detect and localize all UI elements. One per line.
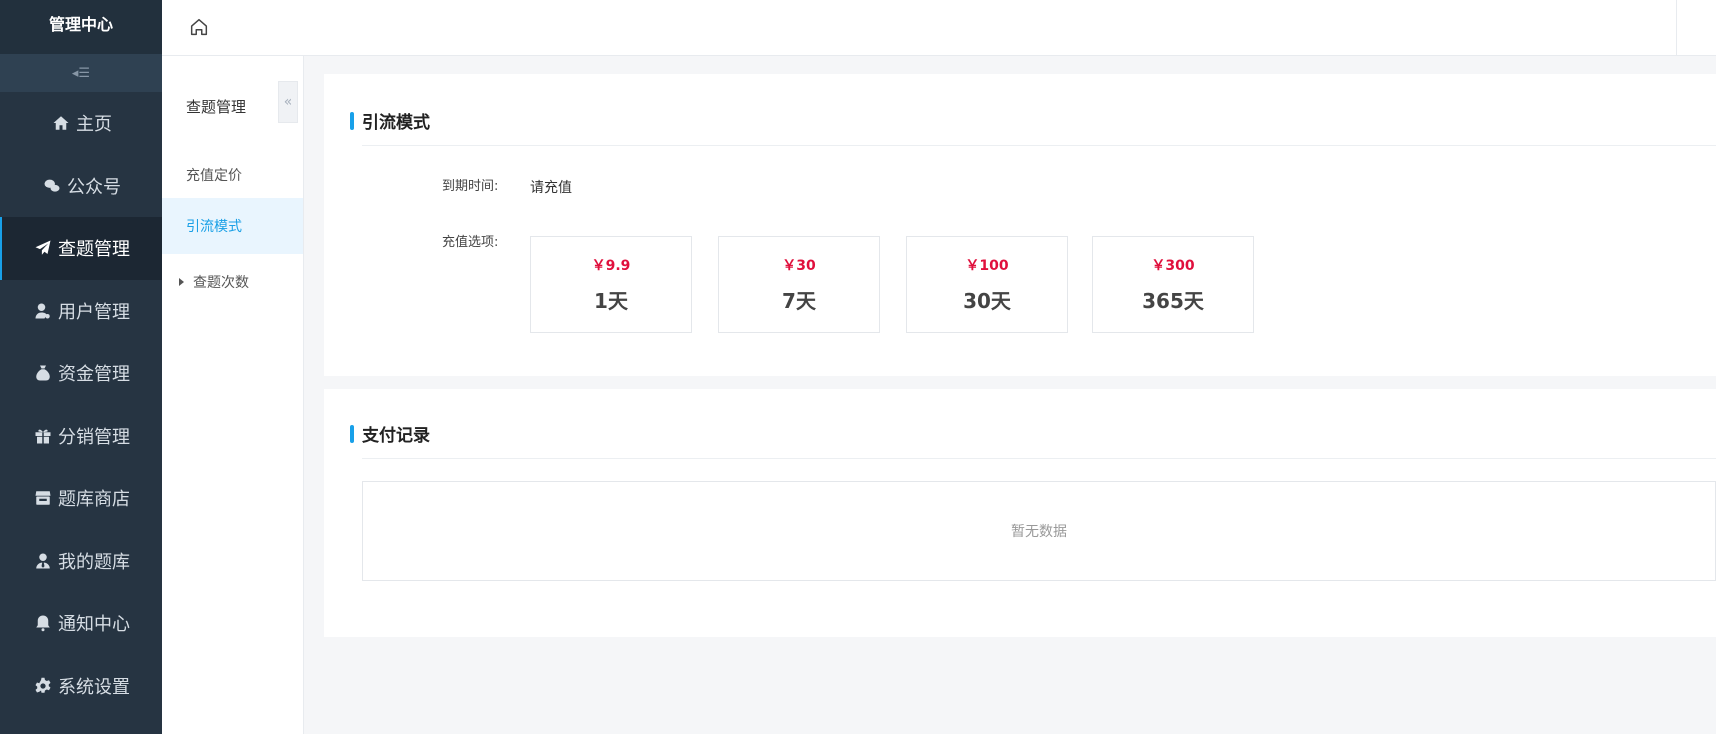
gear-icon: [32, 675, 54, 697]
sidebar-item-label: 题库商店: [58, 489, 130, 511]
sidebar-item-label: 用户管理: [58, 301, 130, 323]
sidebar-item-home[interactable]: 主页: [0, 92, 162, 155]
recharge-option[interactable]: ￥9.9 1天: [530, 236, 692, 333]
gift-icon: [32, 425, 54, 447]
sidebar-item-label: 查题管理: [58, 239, 130, 261]
recharge-option[interactable]: ￥300 365天: [1092, 236, 1254, 333]
payment-records-card: 支付记录 暂无数据: [324, 389, 1716, 637]
caret-right-icon: [179, 278, 184, 286]
subnav-item-recharge-pricing[interactable]: 充值定价: [162, 144, 303, 206]
store-icon: [32, 487, 54, 509]
sidebar-item-notification-center[interactable]: 通知中心: [0, 592, 162, 655]
card-header: 引流模式: [350, 96, 1716, 146]
subnav-collapse-button[interactable]: «: [278, 81, 298, 123]
sidebar-item-distribution-management[interactable]: 分销管理: [0, 405, 162, 468]
empty-table: 暂无数据: [362, 481, 1716, 581]
option-price: ￥100: [965, 258, 1009, 274]
subnav-item-query-count[interactable]: 查题次数: [162, 254, 303, 310]
sidebar-item-my-question-bank[interactable]: 我的题库: [0, 530, 162, 593]
section-title: 引流模式: [362, 113, 430, 133]
options-label: 充值选项:: [442, 235, 499, 250]
sidebar-item-label: 资金管理: [58, 364, 130, 386]
sidebar-item-label: 分销管理: [58, 426, 130, 448]
subnav-item-label: 查题次数: [193, 275, 249, 291]
section-accent-bar: [350, 424, 354, 443]
section-title: 支付记录: [362, 426, 430, 446]
double-chevron-left-icon: «: [283, 94, 293, 110]
paper-plane-icon: [32, 237, 54, 259]
sidebar-item-label: 通知中心: [58, 614, 130, 636]
option-duration: 30天: [963, 289, 1011, 313]
sidebar-item-wechat[interactable]: 公众号: [0, 155, 162, 218]
empty-text: 暂无数据: [1011, 524, 1067, 540]
option-duration: 7天: [782, 289, 816, 313]
recharge-option[interactable]: ￥100 30天: [906, 236, 1068, 333]
option-price: ￥30: [782, 258, 816, 274]
option-price: ￥9.9: [591, 258, 631, 274]
sidebar-item-label: 主页: [76, 114, 112, 136]
subnav-item-label: 充值定价: [186, 168, 242, 184]
sidebar-item-funds-management[interactable]: 资金管理: [0, 342, 162, 405]
sidebar-item-user-management[interactable]: 用户管理: [0, 280, 162, 343]
expire-label: 到期时间:: [442, 179, 499, 194]
subnav-item-label: 引流模式: [186, 219, 242, 235]
sidebar-collapse-button[interactable]: ◂☰: [0, 54, 162, 92]
sidebar-item-question-bank-store[interactable]: 题库商店: [0, 467, 162, 530]
money-bag-icon: [32, 362, 54, 384]
section-accent-bar: [350, 111, 354, 130]
topbar-divider: [1676, 0, 1677, 56]
secondary-sidebar: 查题管理 « 充值定价 引流模式 查题次数: [162, 56, 304, 734]
sidebar-item-label: 公众号: [67, 176, 121, 198]
sidebar-item-system-settings[interactable]: 系统设置: [0, 655, 162, 718]
option-price: ￥300: [1151, 258, 1195, 274]
subnav-title: 查题管理: [186, 98, 247, 116]
user-icon: [32, 300, 54, 322]
sidebar-item-label: 我的题库: [58, 551, 130, 573]
option-duration: 1天: [594, 289, 628, 313]
sidebar-item-label: 系统设置: [58, 676, 130, 698]
user-tie-icon: [32, 550, 54, 572]
home-outline-icon[interactable]: [188, 16, 210, 38]
recharge-option[interactable]: ￥30 7天: [718, 236, 880, 333]
wechat-icon: [41, 175, 63, 197]
bell-icon: [32, 612, 54, 634]
card-header: 支付记录: [350, 409, 1716, 459]
sidebar-item-question-management[interactable]: 查题管理: [0, 217, 162, 280]
option-duration: 365天: [1142, 289, 1204, 313]
expire-value: 请充值: [530, 180, 572, 196]
top-bar: [162, 0, 1716, 56]
traffic-mode-card: 引流模式 到期时间: 请充值 充值选项: ￥9.9 1天 ￥30 7天 ￥100…: [324, 74, 1716, 376]
subnav-item-traffic-mode[interactable]: 引流模式: [162, 198, 303, 254]
main-content: 引流模式 到期时间: 请充值 充值选项: ￥9.9 1天 ￥30 7天 ￥100…: [304, 56, 1716, 734]
brand-title: 管理中心: [0, 0, 162, 54]
home-icon: [50, 112, 72, 134]
main-sidebar: 管理中心 ◂☰ 主页 公众号 查题管理 用户管理 资金管理 分销管理 题库商店 …: [0, 0, 162, 734]
indent-collapse-icon: ◂☰: [71, 65, 91, 81]
